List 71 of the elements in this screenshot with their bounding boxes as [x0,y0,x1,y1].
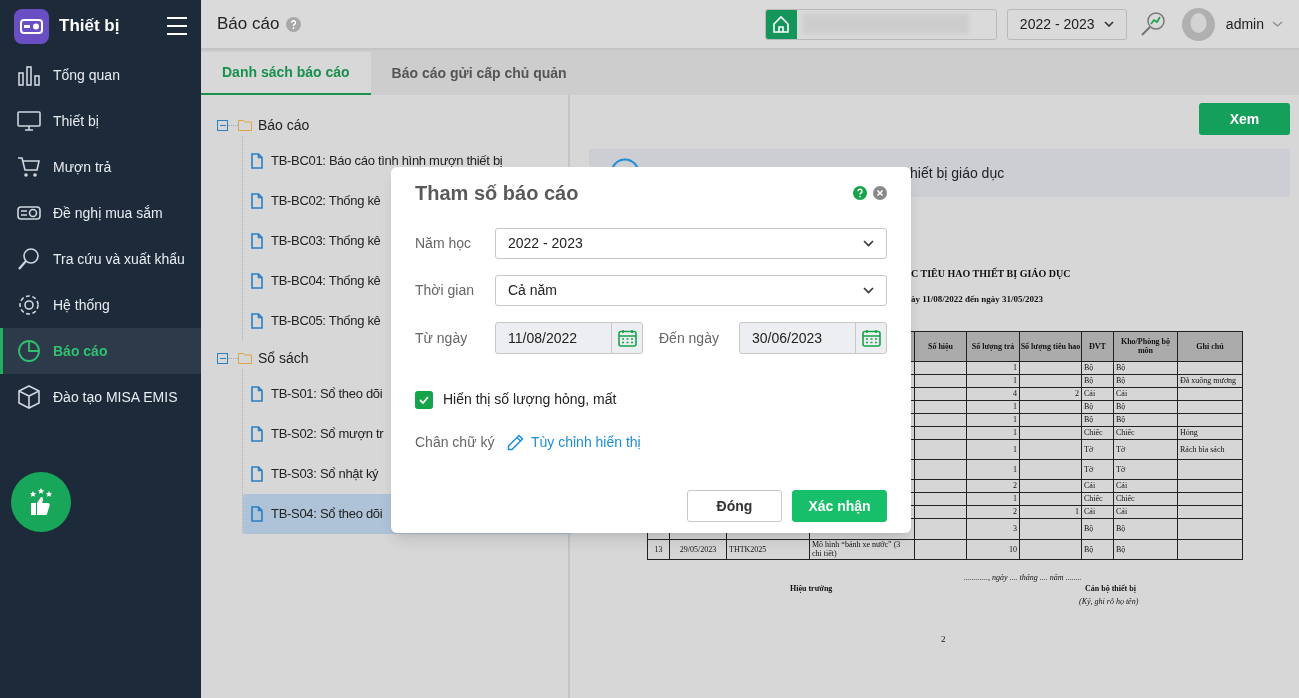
table-cell: Bộ [1113,539,1178,559]
banner-text: hiết bị giáo dục [910,163,1005,183]
report-subtitle: ày 11/08/2022 đến ngày 31/05/2023 [911,293,1045,306]
table-cell: Bộ [1113,400,1178,413]
column-header: Ghi chú [1177,331,1243,361]
table-cell: Cái [1081,479,1114,492]
table-cell: Cái [1081,387,1114,400]
table-cell: Cái [1113,479,1178,492]
signer-title: Cán bộ thiết bị [1085,582,1136,595]
table-cell: Cái [1113,387,1178,400]
table-cell: 3 [966,518,1020,539]
table-cell: Bộ [1113,518,1178,539]
field-label: Thời gian [415,281,475,300]
table-cell: 1 [966,400,1020,413]
dialog-title: Tham số báo cáo [415,181,579,206]
field-label: Chân chữ ký [415,433,496,452]
column-header: Kho/Phòng bộ môn [1113,331,1178,361]
table-cell: 2 [966,505,1020,518]
table-cell: 2 [1019,387,1082,400]
column-header: Số lượng tiêu hao [1019,331,1082,361]
table-cell: 1 [966,413,1020,426]
table-cell: Mô hình “bánh xe nước” (3 chi tiết) [809,539,915,559]
table-cell: Chiếc [1081,426,1114,439]
table-cell: 2 [966,479,1020,492]
table-cell: Chiếc [1113,492,1178,505]
date-line: ............, ngày .... tháng .... năm ........ [964,571,1082,584]
table-cell: Bộ [1113,361,1178,374]
table-cell: Hỏng [1177,426,1243,439]
table-cell: Bộ [1081,400,1114,413]
table-cell: Cái [1081,505,1114,518]
table-cell: 29/05/2023 [669,539,727,559]
table-cell: 1 [1019,505,1082,518]
table-cell: THTK2025 [726,539,810,559]
table-cell: 1 [966,439,1020,459]
table-cell: Bộ [1081,374,1114,387]
table-cell: Bộ [1081,518,1114,539]
table-cell: Đã xuống mương [1177,374,1243,387]
app-title: Thiết bị [59,15,120,38]
table-cell: 1 [966,361,1020,374]
column-header: Số lượng trả [966,331,1020,361]
table-cell: Bộ [1113,413,1178,426]
field-label: Từ ngày [415,328,469,348]
column-header: Số hiệu [914,331,967,361]
table-cell: 1 [966,492,1020,505]
page-title: Báo cáo [217,13,280,36]
table-cell: 1 [966,374,1020,387]
field-label: Năm học [415,234,473,253]
report-title: C TIÊU HAO THIẾT BỊ GIÁO DỤC [911,266,1072,281]
table-cell: Tờ [1081,439,1114,459]
table-cell: 4 [966,387,1020,400]
table-cell: Cái [1113,505,1178,518]
table-cell: Bộ [1081,361,1114,374]
column-header: ĐVT [1081,331,1114,361]
signer-title: Hiệu trưởng [790,582,833,595]
table-cell: Bộ [1081,539,1114,559]
table-cell: Rách bìa sách [1177,439,1243,459]
table-cell: 13 [647,539,670,559]
table-cell: Tờ [1113,439,1178,459]
signature-note: (Ký, ghi rõ họ tên) [1079,595,1139,608]
table-cell: 1 [966,426,1020,439]
field-label: Đến ngày [659,328,720,348]
table-cell: Chiếc [1081,492,1114,505]
table-cell: Bộ [1113,374,1178,387]
table-cell: Bộ [1081,413,1114,426]
checkbox-label: Hiển thị số lượng hỏng, mất [443,390,617,409]
table-cell: Chiếc [1113,426,1178,439]
table-cell: 10 [966,539,1020,559]
page-number: 2 [941,632,946,646]
table-cell: 1 [966,459,1020,479]
table-cell: Tờ [1081,459,1114,479]
table-cell: Tờ [1113,459,1178,479]
